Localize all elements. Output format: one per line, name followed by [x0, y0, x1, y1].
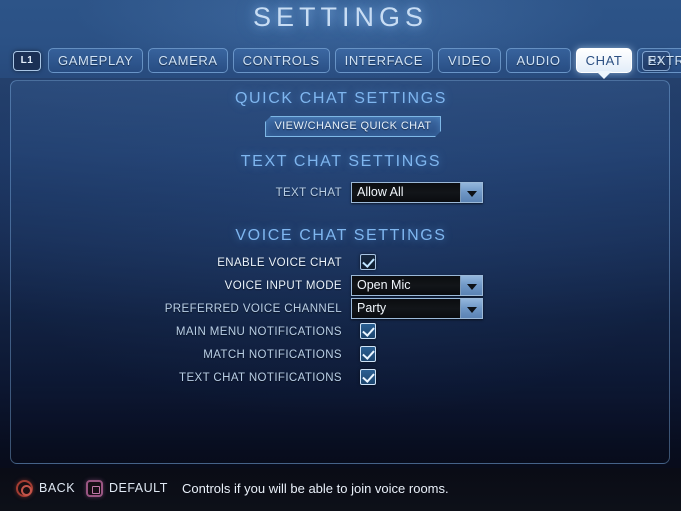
settings-screen: SETTINGS L1 R1 GAMEPLAYCAMERACONTROLSINT… — [0, 0, 681, 511]
page-title: SETTINGS — [252, 2, 428, 32]
setting-row-main-menu-notifications[interactable]: MAIN MENU NOTIFICATIONS — [11, 322, 669, 342]
section-heading-text-chat-settings: TEXT CHAT SETTINGS — [240, 153, 442, 170]
chevron-down-icon[interactable] — [460, 299, 482, 318]
tab-audio[interactable]: AUDIO — [506, 48, 571, 73]
tab-gameplay[interactable]: GAMEPLAY — [48, 48, 144, 73]
dropdown-value: Open Mic — [357, 278, 411, 292]
dropdown-value: Allow All — [357, 185, 404, 199]
setting-label: VOICE INPUT MODE — [224, 280, 342, 292]
settings-panel: QUICK CHAT SETTINGS VIEW/CHANGE QUICK CHA… — [10, 80, 670, 464]
setting-label: MATCH NOTIFICATIONS — [203, 349, 342, 361]
back-button-label[interactable]: BACK — [39, 480, 75, 497]
chevron-down-icon[interactable] — [460, 276, 482, 295]
checkbox-main-menu-notifications[interactable] — [360, 323, 376, 339]
setting-row-text-chat[interactable]: TEXT CHAT Allow All — [11, 182, 669, 203]
section-heading-voice-chat-settings: VOICE CHAT SETTINGS — [235, 227, 447, 244]
checkbox-match-notifications[interactable] — [360, 346, 376, 362]
setting-label: PREFERRED VOICE CHANNEL — [164, 303, 342, 315]
footer-hint-text: Controls if you will be able to join voi… — [182, 481, 449, 496]
section-heading-quick-chat-settings: QUICK CHAT SETTINGS — [234, 90, 448, 107]
setting-label: MAIN MENU NOTIFICATIONS — [175, 326, 342, 338]
setting-label: ENABLE VOICE CHAT — [217, 257, 342, 269]
dropdown-text-chat[interactable]: Allow All — [351, 182, 483, 203]
checkbox-text-chat-notifications[interactable] — [360, 369, 376, 385]
tab-extras[interactable]: EXTRAS — [637, 48, 681, 73]
default-button-label[interactable]: DEFAULT — [109, 480, 168, 497]
tab-video[interactable]: VIDEO — [437, 48, 502, 73]
setting-row-enable-voice-chat[interactable]: ENABLE VOICE CHAT — [11, 253, 669, 273]
checkbox-enable-voice-chat[interactable] — [360, 254, 376, 270]
setting-label: TEXT CHAT — [275, 187, 342, 199]
tab-interface[interactable]: INTERFACE — [334, 48, 433, 73]
setting-row-match-notifications[interactable]: MATCH NOTIFICATIONS — [11, 345, 669, 365]
circle-button-icon[interactable] — [16, 480, 33, 497]
setting-row-preferred-voice-channel[interactable]: PREFERRED VOICE CHANNEL Party — [11, 298, 669, 319]
tab-chat[interactable]: CHAT — [575, 48, 633, 79]
dropdown-preferred-voice-channel[interactable]: Party — [351, 298, 483, 319]
shoulder-button-l1[interactable]: L1 — [13, 51, 41, 71]
tab-controls[interactable]: CONTROLS — [232, 48, 330, 73]
view-change-quick-chat-button[interactable]: VIEW/CHANGE QUICK CHAT — [265, 116, 441, 137]
tab-camera[interactable]: CAMERA — [148, 48, 228, 73]
setting-label: TEXT CHAT NOTIFICATIONS — [179, 372, 342, 384]
footer-bar: BACK DEFAULT Controls if you will be abl… — [0, 468, 681, 511]
square-button-icon[interactable] — [86, 480, 103, 497]
tab-bar: L1 R1 GAMEPLAYCAMERACONTROLSINTERFACEVID… — [0, 48, 681, 79]
dropdown-value: Party — [357, 301, 387, 315]
chevron-down-icon[interactable] — [460, 183, 482, 202]
setting-row-text-chat-notifications[interactable]: TEXT CHAT NOTIFICATIONS — [11, 368, 669, 388]
tab-list: GAMEPLAY CAMERA CONTROLS INTERFACE VIDEO AUDI… — [48, 48, 681, 79]
setting-row-voice-input-mode[interactable]: VOICE INPUT MODE Open Mic — [11, 275, 669, 296]
dropdown-voice-input-mode[interactable]: Open Mic — [351, 275, 483, 296]
